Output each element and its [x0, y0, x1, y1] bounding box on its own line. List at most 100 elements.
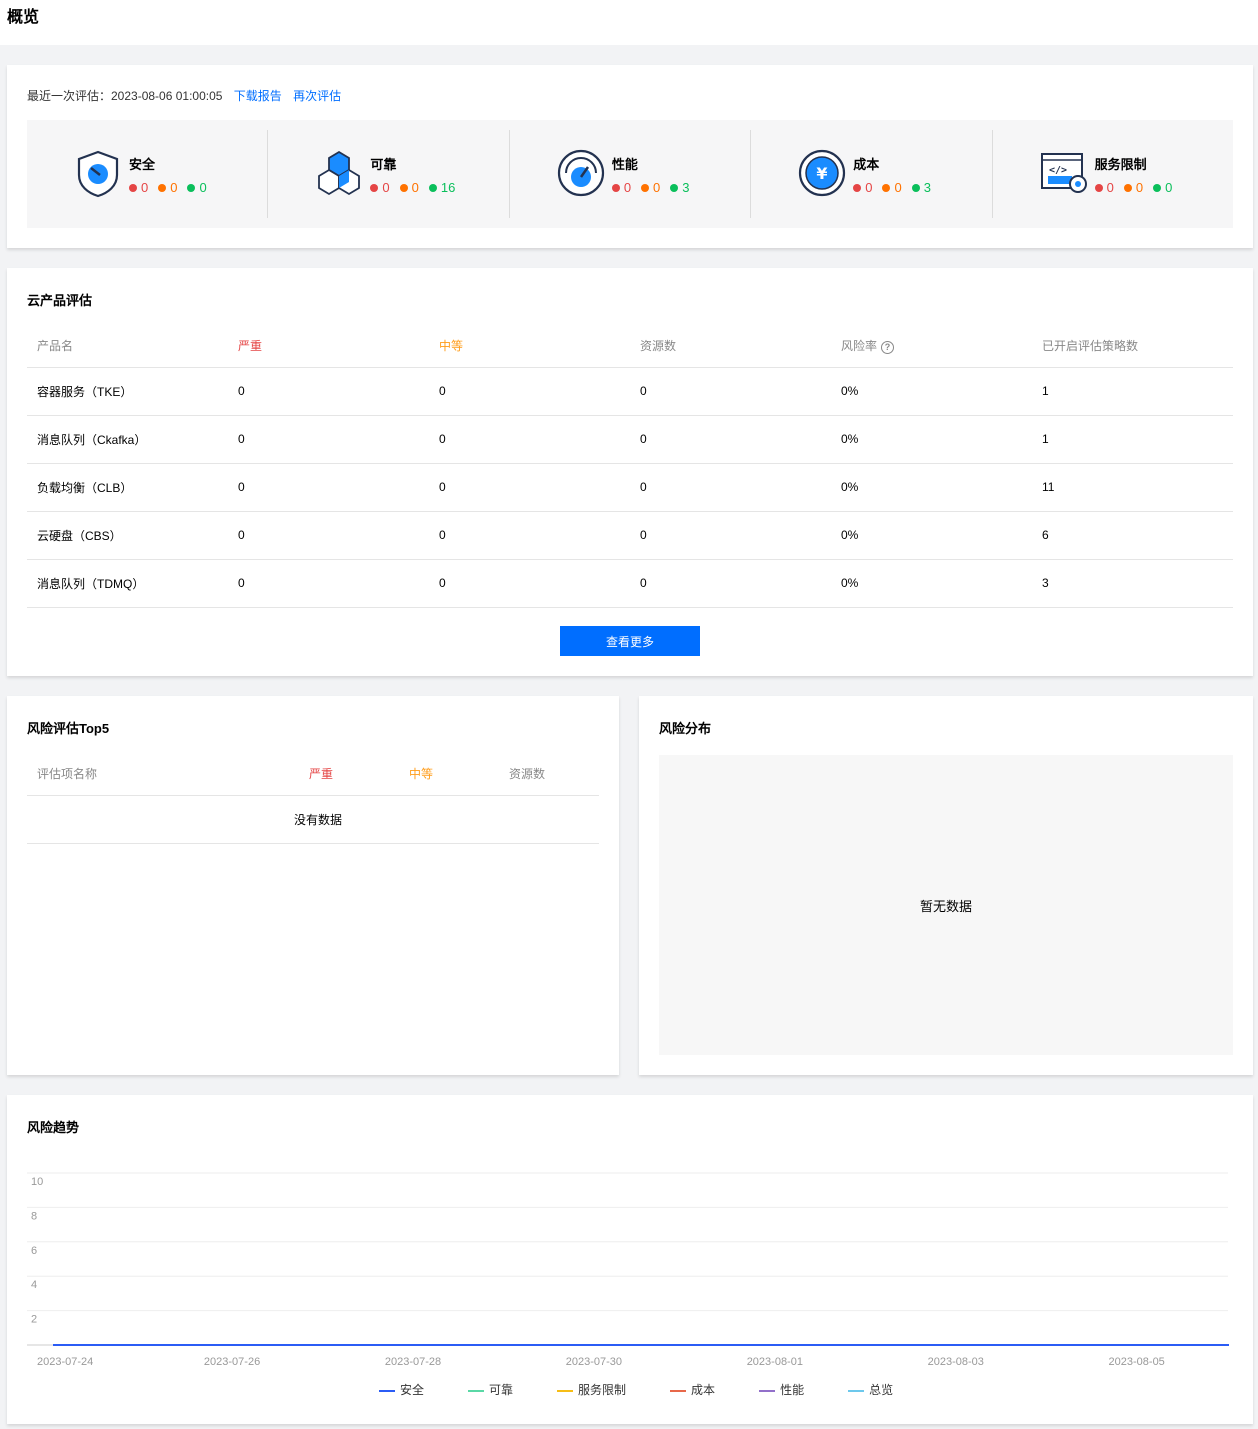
- risk-trend-card: 风险趋势 2 4 6 8 10 2023-07-24 2023-07-26 2023-07-2…: [7, 1095, 1253, 1424]
- x-tick-label: 2023-08-05: [1109, 1356, 1165, 1368]
- legend-swatch: [848, 1389, 865, 1392]
- table-cell: 6: [1032, 511, 1233, 560]
- table-row[interactable]: 云硬盘（CBS） 0 0 0 0% 6: [27, 511, 1233, 560]
- empty-text: 没有数据: [27, 795, 599, 844]
- legend-label: 成本: [691, 1383, 716, 1397]
- table-cell: 负载均衡（CLB）: [27, 463, 228, 512]
- pillar-counts: 0 0 3: [611, 180, 690, 195]
- mid-count: 0: [653, 180, 661, 195]
- help-icon[interactable]: ?: [881, 341, 895, 355]
- product-table: 产品名 严重 中等 资源数 风险率? 已开启评估策略数 容器服务（TKE） 0 0 0…: [27, 325, 1233, 608]
- table-row[interactable]: 容器服务（TKE） 0 0 0 0% 1: [27, 367, 1233, 416]
- col-resources: 资源数: [630, 325, 831, 368]
- mid-count: 0: [894, 180, 902, 195]
- col-resources: 资源数: [499, 753, 599, 796]
- legend-swatch: [670, 1389, 687, 1392]
- x-tick-label: 2023-07-26: [204, 1356, 260, 1368]
- legend-swatch: [379, 1389, 395, 1392]
- view-more-button[interactable]: 查看更多: [560, 626, 700, 656]
- col-item-name: 评估项名称: [27, 753, 299, 796]
- last-eval-label: 最近一次评估：2023-08-06 01:00:05: [27, 89, 223, 103]
- trend-chart: 2 4 6 8 10 2023-07-24 2023-07-26 2023-07-28 2023…: [27, 1172, 1229, 1368]
- legend-label: 性能: [780, 1383, 805, 1397]
- table-header-row: 产品名 严重 中等 资源数 风险率? 已开启评估策略数: [27, 325, 1233, 368]
- chart-legend: 安全 可靠 服务限制 成本 性能 总览: [379, 1381, 893, 1398]
- table-cell: 1: [1032, 415, 1233, 464]
- table-cell: 0: [429, 415, 630, 464]
- table-cell: 0%: [831, 559, 1032, 608]
- last-eval-info: 最近一次评估：2023-08-06 01:00:05 下载报告 再次评估: [27, 87, 341, 104]
- col-severe: 严重: [228, 325, 429, 368]
- legend-label: 总览: [869, 1383, 894, 1397]
- legend-swatch: [557, 1389, 574, 1392]
- pillar-name: 成本: [853, 157, 880, 172]
- table-cell: 0: [429, 367, 630, 416]
- cubes-icon: [318, 150, 361, 196]
- pillar-counts: 0 0 0: [1094, 180, 1172, 195]
- download-report-link[interactable]: 下载报告: [234, 89, 282, 103]
- legend-label: 服务限制: [578, 1383, 627, 1397]
- table-cell: 0: [228, 415, 429, 464]
- col-risk-rate: 风险率?: [831, 325, 1032, 368]
- table-cell: 0: [429, 559, 630, 608]
- legend-item[interactable]: 总览: [848, 1381, 893, 1398]
- card-title: 云产品评估: [27, 293, 93, 308]
- col-medium: 中等: [429, 325, 630, 368]
- table-cell: 0: [630, 463, 831, 512]
- legend-swatch: [468, 1389, 485, 1392]
- pillar-summary: 安全 0 0 0 可靠 0 0 16 性能 0 0 3 ¥ 成本 0 0 3 <…: [27, 120, 1233, 228]
- table-row[interactable]: 消息队列（TDMQ） 0 0 0 0% 3: [27, 559, 1233, 608]
- y-tick-label: 2: [31, 1314, 37, 1326]
- table-cell: 0%: [831, 367, 1032, 416]
- y-tick-label: 4: [31, 1279, 37, 1291]
- empty-row: 没有数据: [27, 795, 599, 844]
- pillar-performance[interactable]: 性能 0 0 3: [510, 130, 752, 218]
- table-cell: 0: [630, 367, 831, 416]
- pillar-counts: 0 0 16: [370, 180, 455, 195]
- legend-item[interactable]: 可靠: [468, 1381, 513, 1398]
- page-title: 概览: [7, 9, 40, 26]
- svg-text:</>: </>: [1049, 165, 1067, 176]
- pillar-name: 服务限制: [1094, 157, 1147, 172]
- pillar-name: 性能: [611, 157, 638, 172]
- high-count: 0: [623, 180, 632, 195]
- table-row[interactable]: 负载均衡（CLB） 0 0 0 0% 11: [27, 463, 1233, 512]
- pillar-cost[interactable]: ¥ 成本 0 0 3: [751, 130, 993, 218]
- high-count: 0: [141, 180, 149, 195]
- x-tick-label: 2023-08-03: [928, 1356, 984, 1368]
- table-cell: 0: [429, 511, 630, 560]
- table-cell: 0: [228, 559, 429, 608]
- product-evaluation-card: 云产品评估 产品名 严重 中等 资源数 风险率? 已开启评估策略数 容器服务（T…: [7, 268, 1253, 676]
- pillar-service-limits[interactable]: </> 服务限制 0 0 0: [993, 130, 1233, 218]
- legend-swatch: [759, 1389, 776, 1392]
- pillar-name: 安全: [129, 157, 156, 172]
- shield-icon: [77, 150, 119, 198]
- table-cell: 容器服务（TKE）: [27, 367, 228, 416]
- table-cell: 0: [630, 415, 831, 464]
- legend-item[interactable]: 成本: [670, 1381, 715, 1398]
- col-medium: 中等: [399, 753, 499, 796]
- reevaluate-link[interactable]: 再次评估: [293, 89, 341, 103]
- legend-item[interactable]: 安全: [379, 1381, 424, 1398]
- gauge-icon: [557, 149, 604, 197]
- table-row[interactable]: 消息队列（Ckafka） 0 0 0 0% 1: [27, 415, 1233, 464]
- pillar-security[interactable]: 安全 0 0 0: [27, 130, 269, 218]
- yen-icon: ¥: [799, 149, 846, 197]
- pillar-counts: 0 0 3: [853, 180, 931, 195]
- table-cell: 云硬盘（CBS）: [27, 511, 228, 560]
- risk-distribution-card: 风险分布 暂无数据: [639, 696, 1253, 1075]
- code-settings-icon: </>: [1040, 153, 1087, 193]
- y-tick-label: 8: [31, 1210, 37, 1222]
- top5-table: 评估项名称 严重 中等 资源数 没有数据: [27, 753, 599, 844]
- table-cell: 0: [228, 511, 429, 560]
- pillar-reliability[interactable]: 可靠 0 0 16: [268, 130, 510, 218]
- legend-item[interactable]: 服务限制: [557, 1381, 626, 1398]
- legend-item[interactable]: 性能: [759, 1381, 804, 1398]
- table-header-row: 评估项名称 严重 中等 资源数: [27, 753, 599, 796]
- table-cell: 0: [630, 511, 831, 560]
- table-cell: 11: [1032, 463, 1233, 512]
- high-count: 0: [382, 180, 390, 195]
- legend-label: 安全: [400, 1383, 425, 1397]
- table-cell: 0: [429, 463, 630, 512]
- low-count: 3: [923, 180, 931, 195]
